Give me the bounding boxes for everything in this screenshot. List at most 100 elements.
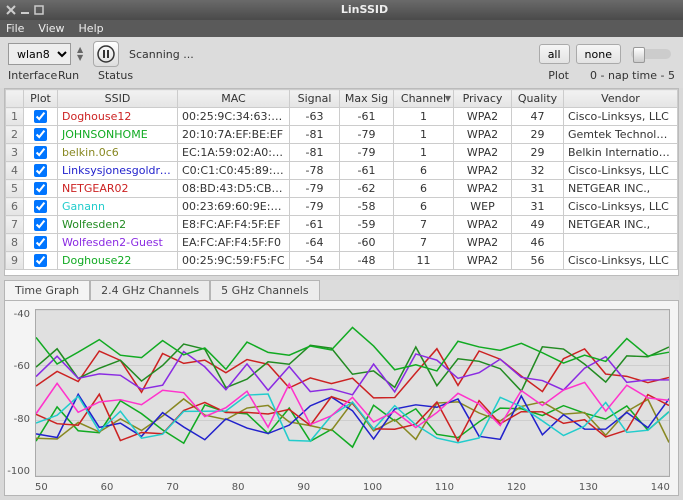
minimize-icon[interactable] <box>20 5 30 15</box>
maxsig-cell: -61 <box>340 162 394 180</box>
col-quality[interactable]: Quality <box>512 90 564 108</box>
col-plot[interactable]: Plot <box>24 90 58 108</box>
signal-cell: -81 <box>290 144 340 162</box>
vendor-cell: Cisco-Linksys, LLC <box>564 198 678 216</box>
none-button[interactable]: none <box>576 44 621 64</box>
all-button[interactable]: all <box>539 44 570 64</box>
row-number: 4 <box>6 162 24 180</box>
mac-cell: 08:BD:43:D5:CB:03 <box>178 180 290 198</box>
plot-checkbox[interactable] <box>34 182 47 195</box>
label-row: Interface Run Status Plot 0 - nap time -… <box>0 69 683 88</box>
menubar: File View Help <box>0 20 683 38</box>
col-vendor[interactable]: Vendor <box>564 90 678 108</box>
plot-checkbox-cell[interactable] <box>24 126 58 144</box>
signal-cell: -78 <box>290 162 340 180</box>
plot-checkbox[interactable] <box>34 218 47 231</box>
privacy-cell: WPA2 <box>454 180 512 198</box>
plot-checkbox-cell[interactable] <box>24 252 58 270</box>
plot-checkbox-cell[interactable] <box>24 180 58 198</box>
tab-5ghz[interactable]: 5 GHz Channels <box>210 280 319 300</box>
menu-help[interactable]: Help <box>79 22 104 35</box>
menu-file[interactable]: File <box>6 22 24 35</box>
menu-view[interactable]: View <box>38 22 64 35</box>
signal-cell: -54 <box>290 252 340 270</box>
privacy-cell: WPA2 <box>454 108 512 126</box>
maxsig-cell: -58 <box>340 198 394 216</box>
channel-cell: 6 <box>394 180 454 198</box>
mac-cell: E8:FC:AF:F4:5F:EF <box>178 216 290 234</box>
privacy-cell: WPA2 <box>454 252 512 270</box>
plot-checkbox[interactable] <box>34 128 47 141</box>
privacy-cell: WPA2 <box>454 144 512 162</box>
row-number: 9 <box>6 252 24 270</box>
vendor-cell: Cisco-Linksys, LLC <box>564 108 678 126</box>
col-privacy[interactable]: Privacy <box>454 90 512 108</box>
table-row[interactable]: 8Wolfesden2-GuestEA:FC:AF:F4:5F:F0-64-60… <box>6 234 678 252</box>
vendor-cell <box>564 234 678 252</box>
ssid-cell: JOHNSONHOME <box>58 126 178 144</box>
col-signal[interactable]: Signal <box>290 90 340 108</box>
plot-checkbox[interactable] <box>34 110 47 123</box>
privacy-cell: WEP <box>454 198 512 216</box>
ssid-cell: Ganann <box>58 198 178 216</box>
naptime-slider[interactable] <box>631 49 671 59</box>
label-run: Run <box>58 69 92 82</box>
tab-time-graph[interactable]: Time Graph <box>4 280 90 300</box>
plot-checkbox[interactable] <box>34 164 47 177</box>
stepper-icon[interactable]: ▲▼ <box>77 43 87 65</box>
col-ssid[interactable]: SSID <box>58 90 178 108</box>
table-row[interactable]: 7Wolfesden2E8:FC:AF:F4:5F:EF-61-597WPA24… <box>6 216 678 234</box>
col-maxsig[interactable]: Max Sig <box>340 90 394 108</box>
quality-cell: 31 <box>512 198 564 216</box>
privacy-cell: WPA2 <box>454 126 512 144</box>
plot-checkbox[interactable] <box>34 254 47 267</box>
quality-cell: 47 <box>512 108 564 126</box>
col-channel[interactable]: Channel <box>394 90 454 108</box>
maxsig-cell: -79 <box>340 126 394 144</box>
table-row[interactable]: 6Ganann00:23:69:60:9E:DB-79-586WEP31Cisc… <box>6 198 678 216</box>
plot-checkbox-cell[interactable] <box>24 216 58 234</box>
mac-cell: EA:FC:AF:F4:5F:F0 <box>178 234 290 252</box>
row-number: 3 <box>6 144 24 162</box>
plot-checkbox[interactable] <box>34 146 47 159</box>
vendor-cell: Cisco-Linksys, LLC <box>564 252 678 270</box>
row-number: 2 <box>6 126 24 144</box>
vendor-cell: Cisco-Linksys, LLC <box>564 162 678 180</box>
plot-checkbox[interactable] <box>34 200 47 213</box>
table-row[interactable]: 1Doghouse1200:25:9C:34:63:06-63-611WPA24… <box>6 108 678 126</box>
tab-24ghz[interactable]: 2.4 GHz Channels <box>90 280 210 300</box>
maximize-icon[interactable] <box>34 5 44 15</box>
signal-cell: -64 <box>290 234 340 252</box>
maxsig-cell: -60 <box>340 234 394 252</box>
plot-checkbox-cell[interactable] <box>24 108 58 126</box>
maxsig-cell: -62 <box>340 180 394 198</box>
table-row[interactable]: 9Doghouse2200:25:9C:59:F5:FC-54-4811WPA2… <box>6 252 678 270</box>
table-row[interactable]: 2JOHNSONHOME20:10:7A:EF:BE:EF-81-791WPA2… <box>6 126 678 144</box>
vendor-cell: Gemtek Technology C... <box>564 126 678 144</box>
plot-checkbox-cell[interactable] <box>24 234 58 252</box>
quality-cell: 32 <box>512 162 564 180</box>
signal-cell: -79 <box>290 180 340 198</box>
signal-cell: -81 <box>290 126 340 144</box>
close-icon[interactable] <box>6 5 16 15</box>
plot-checkbox[interactable] <box>34 236 47 249</box>
table-row[interactable]: 5NETGEAR0208:BD:43:D5:CB:03-79-626WPA231… <box>6 180 678 198</box>
table-row[interactable]: 4LinksysjonesgoldrouterC0:C1:C0:45:89:F8… <box>6 162 678 180</box>
col-mac[interactable]: MAC <box>178 90 290 108</box>
run-button[interactable] <box>93 41 119 67</box>
row-number: 7 <box>6 216 24 234</box>
window-title: LinSSID <box>52 3 677 16</box>
col-rownum[interactable] <box>6 90 24 108</box>
quality-cell: 29 <box>512 126 564 144</box>
table-row[interactable]: 3belkin.0c6EC:1A:59:02:A0:C6-81-791WPA22… <box>6 144 678 162</box>
plot-checkbox-cell[interactable] <box>24 144 58 162</box>
plot-checkbox-cell[interactable] <box>24 162 58 180</box>
ssid-cell: NETGEAR02 <box>58 180 178 198</box>
interface-select[interactable]: wlan8 <box>8 43 71 65</box>
chart-area: -40-60-80-100 5060708090100110120130140 <box>4 300 679 496</box>
channel-cell: 6 <box>394 198 454 216</box>
chart-plot[interactable] <box>35 309 670 477</box>
titlebar: LinSSID <box>0 0 683 20</box>
mac-cell: 00:25:9C:59:F5:FC <box>178 252 290 270</box>
plot-checkbox-cell[interactable] <box>24 198 58 216</box>
